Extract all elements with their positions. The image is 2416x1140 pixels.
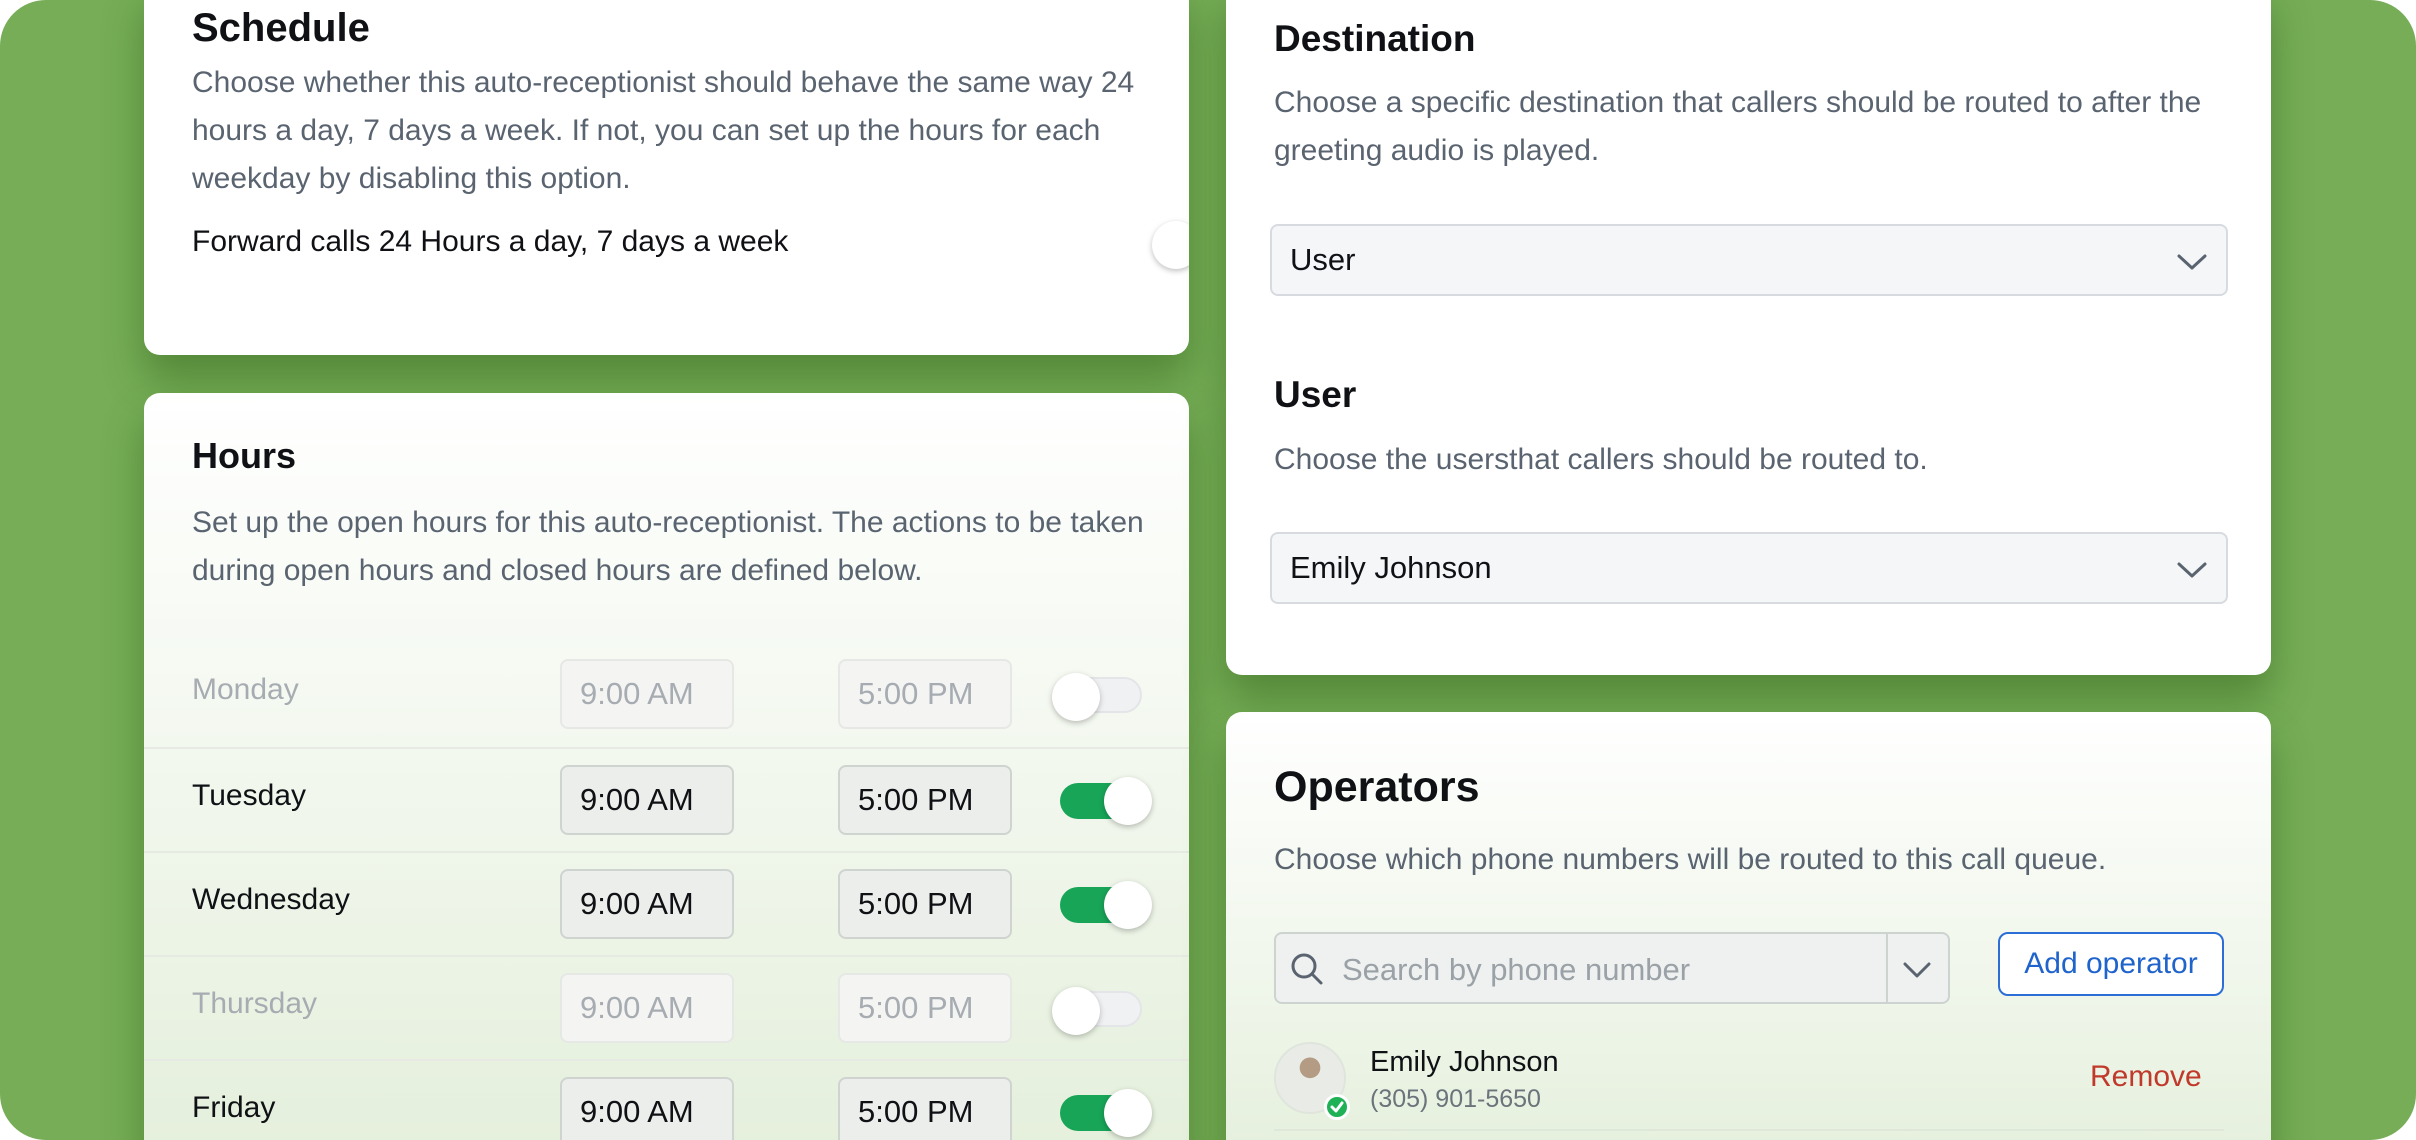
- user-description: Choose the usersthat callers should be r…: [1274, 443, 1928, 476]
- forward-calls-toggle[interactable]: [1152, 221, 1189, 269]
- search-divider: [1886, 934, 1888, 1002]
- start-time-input[interactable]: 9:00 AM: [560, 765, 734, 835]
- day-toggle[interactable]: [1060, 1089, 1152, 1137]
- start-time-input[interactable]: 9:00 AM: [560, 1077, 734, 1140]
- hours-row-monday: Monday 9:00 AM to 5:00 PM: [144, 643, 1189, 747]
- destination-selected-value: User: [1290, 242, 1356, 277]
- app-background: Schedule Choose whether this auto-recept…: [0, 0, 2416, 1140]
- day-toggle[interactable]: [1052, 673, 1142, 721]
- user-title: User: [1274, 374, 1357, 415]
- operator-row-divider: [1274, 1129, 2224, 1131]
- toggle-knob: [1052, 673, 1100, 721]
- day-toggle[interactable]: [1060, 881, 1152, 929]
- toggle-knob: [1104, 881, 1152, 929]
- day-toggle[interactable]: [1052, 987, 1142, 1035]
- toggle-knob: [1152, 221, 1189, 269]
- operator-name: Emily Johnson: [1370, 1046, 1559, 1078]
- end-time-input[interactable]: 5:00 PM: [838, 1077, 1012, 1140]
- phone-search-input[interactable]: Search by phone number: [1274, 932, 1950, 1004]
- day-label: Thursday: [192, 987, 318, 1020]
- hours-row-wednesday: Wednesday 9:00 AM to 5:00 PM: [144, 851, 1189, 957]
- chevron-down-icon[interactable]: [1902, 960, 1932, 980]
- hours-title: Hours: [192, 435, 297, 476]
- schedule-title: Schedule: [192, 6, 370, 50]
- end-time-input[interactable]: 5:00 PM: [838, 973, 1012, 1043]
- day-label: Tuesday: [192, 779, 306, 812]
- operators-description: Choose which phone numbers will be route…: [1274, 843, 2107, 876]
- start-time-input[interactable]: 9:00 AM: [560, 973, 734, 1043]
- end-time-input[interactable]: 5:00 PM: [838, 869, 1012, 939]
- search-icon: [1291, 953, 1323, 985]
- destination-select[interactable]: User: [1270, 224, 2228, 296]
- avatar: [1274, 1042, 1350, 1120]
- add-operator-button[interactable]: Add operator: [1998, 932, 2224, 996]
- toggle-knob: [1104, 777, 1152, 825]
- destination-title: Destination: [1274, 18, 1476, 59]
- chevron-down-icon: [2177, 254, 2207, 270]
- hours-card: Hours Set up the open hours for this aut…: [144, 393, 1189, 1140]
- hours-row-tuesday: Tuesday 9:00 AM to 5:00 PM: [144, 747, 1189, 853]
- start-time-input[interactable]: 9:00 AM: [560, 659, 734, 729]
- forward-calls-label: Forward calls 24 Hours a day, 7 days a w…: [192, 225, 789, 258]
- start-time-input[interactable]: 9:00 AM: [560, 869, 734, 939]
- operators-title: Operators: [1274, 763, 1480, 811]
- search-placeholder: Search by phone number: [1342, 952, 1691, 987]
- user-selected-value: Emily Johnson: [1290, 550, 1492, 585]
- day-label: Monday: [192, 673, 299, 706]
- hours-row-thursday: Thursday 9:00 AM to 5:00 PM: [144, 955, 1189, 1061]
- schedule-card: Schedule Choose whether this auto-recept…: [144, 0, 1189, 355]
- toggle-knob: [1052, 987, 1100, 1035]
- hours-row-friday: Friday 9:00 AM to 5:00 PM: [144, 1059, 1189, 1140]
- day-label: Friday: [192, 1091, 276, 1124]
- hours-description: Set up the open hours for this auto-rece…: [192, 506, 1144, 587]
- day-toggle[interactable]: [1060, 777, 1152, 825]
- operator-phone: (305) 901-5650: [1370, 1085, 1541, 1113]
- end-time-input[interactable]: 5:00 PM: [838, 765, 1012, 835]
- schedule-description: Choose whether this auto-receptionist sh…: [192, 66, 1135, 195]
- destination-description: Choose a specific destination that calle…: [1274, 86, 2202, 167]
- remove-operator-button[interactable]: Remove: [2090, 1060, 2202, 1094]
- status-check-icon: [1324, 1094, 1350, 1120]
- user-select[interactable]: Emily Johnson: [1270, 532, 2228, 604]
- day-label: Wednesday: [192, 883, 350, 916]
- chevron-down-icon: [2177, 562, 2207, 578]
- end-time-input[interactable]: 5:00 PM: [838, 659, 1012, 729]
- toggle-knob: [1104, 1089, 1152, 1137]
